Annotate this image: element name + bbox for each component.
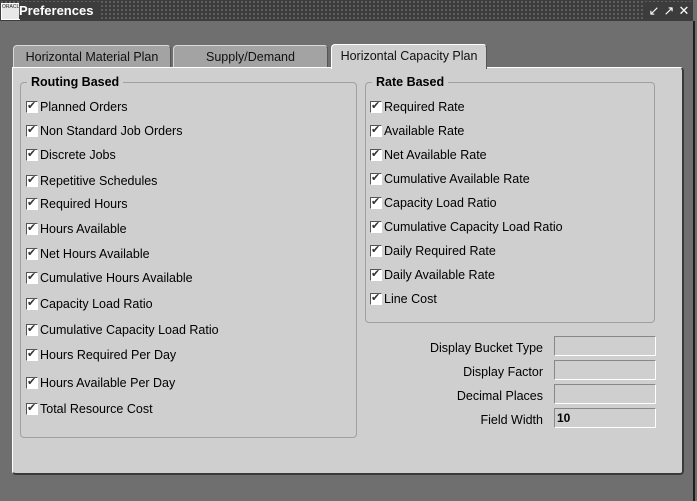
checkbox-checked-icon[interactable] [26,296,38,310]
title-bar[interactable]: ORACLE Preferences ↙ ↗ ✕ [0,0,693,21]
rate-checkbox-row-daily-available-rate[interactable]: Daily Available Rate [370,267,495,283]
decimal-places-label: Decimal Places [456,389,543,403]
routing-checkbox-row-hours-required-per-day[interactable]: Hours Required Per Day [26,347,176,363]
checkbox-checked-icon[interactable] [26,401,38,415]
display-bucket-type-label: Display Bucket Type [429,341,543,355]
rate-checkbox-row-daily-required-rate[interactable]: Daily Required Rate [370,243,496,259]
checkbox-label: Available Rate [384,124,465,138]
routing-checkbox-row-cumulative-capacity-load-ratio[interactable]: Cumulative Capacity Load Ratio [26,322,219,338]
checkbox-checked-icon[interactable] [370,123,382,137]
checkbox-checked-icon[interactable] [370,291,382,305]
routing-checkbox-row-net-hours-available[interactable]: Net Hours Available [26,246,150,262]
checkbox-checked-icon[interactable] [26,347,38,361]
rate-checkbox-row-line-cost[interactable]: Line Cost [370,291,437,307]
display-bucket-type-field[interactable] [554,336,656,356]
checkbox-label: Cumulative Capacity Load Ratio [384,220,563,234]
window-controls: ↙ ↗ ✕ [644,2,693,19]
checkbox-label: Daily Available Rate [384,268,495,282]
checkbox-label: Total Resource Cost [40,402,153,416]
checkbox-label: Planned Orders [40,100,128,114]
routing-checkbox-row-repetitive-schedules[interactable]: Repetitive Schedules [26,173,157,189]
field-width-field[interactable]: 10 [554,408,656,428]
checkbox-checked-icon[interactable] [370,219,382,233]
checkbox-label: Hours Available Per Day [40,376,176,390]
checkbox-label: Net Available Rate [384,148,487,162]
checkbox-label: Hours Available [40,222,127,236]
routing-checkbox-row-planned-orders[interactable]: Planned Orders [26,99,128,115]
window-border [693,21,695,501]
checkbox-checked-icon[interactable] [26,123,38,137]
routing-checkbox-row-required-hours[interactable]: Required Hours [26,196,128,212]
checkbox-label: Non Standard Job Orders [40,124,183,138]
checkbox-checked-icon[interactable] [370,147,382,161]
checkbox-checked-icon[interactable] [26,99,38,113]
display-factor-field[interactable] [554,360,656,380]
checkbox-label: Required Hours [40,197,128,211]
checkbox-checked-icon[interactable] [26,375,38,389]
maximize-icon[interactable]: ↗ [663,2,675,19]
routing-checkbox-row-non-standard-job-orders[interactable]: Non Standard Job Orders [26,123,182,139]
checkbox-label: Daily Required Rate [384,244,496,258]
decimal-places-field[interactable] [554,384,656,404]
field-width-label: Field Width [480,413,543,427]
checkbox-checked-icon[interactable] [26,173,38,187]
checkbox-checked-icon[interactable] [26,322,38,336]
rate-checkbox-row-net-available-rate[interactable]: Net Available Rate [370,147,487,163]
tab-supply-demand[interactable]: Supply/Demand [173,45,328,67]
rate-based-title: Rate Based [372,74,449,90]
checkbox-checked-icon[interactable] [370,267,382,281]
rate-checkbox-row-available-rate[interactable]: Available Rate [370,123,464,139]
minimize-icon[interactable]: ↙ [648,2,660,19]
checkbox-checked-icon[interactable] [26,221,38,235]
rate-checkbox-row-cumulative-capacity-load-ratio[interactable]: Cumulative Capacity Load Ratio [370,219,563,235]
checkbox-checked-icon[interactable] [370,195,382,209]
window-title: Preferences [19,2,100,19]
routing-checkbox-row-discrete-jobs[interactable]: Discrete Jobs [26,147,116,163]
tab-panel: Routing Based Rate Based Display Bucket … [12,67,684,475]
checkbox-label: Cumulative Hours Available [40,271,193,285]
checkbox-label: Discrete Jobs [40,148,116,162]
checkbox-checked-icon[interactable] [26,246,38,260]
checkbox-label: Hours Required Per Day [40,348,177,362]
close-icon[interactable]: ✕ [678,2,690,19]
checkbox-checked-icon[interactable] [370,171,382,185]
routing-checkbox-row-hours-available[interactable]: Hours Available [26,221,127,237]
checkbox-checked-icon[interactable] [370,243,382,257]
checkbox-checked-icon[interactable] [26,270,38,284]
checkbox-checked-icon[interactable] [26,196,38,210]
rate-checkbox-row-capacity-load-ratio[interactable]: Capacity Load Ratio [370,195,497,211]
checkbox-label: Repetitive Schedules [40,174,158,188]
oracle-app-icon: ORACLE [1,3,20,20]
checkbox-label: Capacity Load Ratio [40,297,153,311]
checkbox-checked-icon[interactable] [26,147,38,161]
checkbox-label: Line Cost [384,292,437,306]
rate-checkbox-row-cumulative-available-rate[interactable]: Cumulative Available Rate [370,171,530,187]
routing-checkbox-row-total-resource-cost[interactable]: Total Resource Cost [26,401,153,417]
routing-checkbox-row-hours-available-per-day[interactable]: Hours Available Per Day [26,375,175,391]
checkbox-label: Required Rate [384,100,465,114]
checkbox-label: Cumulative Capacity Load Ratio [40,323,219,337]
display-factor-label: Display Factor [463,365,543,379]
rate-checkbox-row-required-rate[interactable]: Required Rate [370,99,465,115]
routing-checkbox-row-capacity-load-ratio[interactable]: Capacity Load Ratio [26,296,153,312]
checkbox-label: Cumulative Available Rate [384,172,530,186]
tab-horizontal-material-plan[interactable]: Horizontal Material Plan [13,45,171,67]
tab-horizontal-capacity-plan[interactable]: Horizontal Capacity Plan [331,44,487,69]
checkbox-checked-icon[interactable] [370,99,382,113]
routing-checkbox-row-cumulative-hours-available[interactable]: Cumulative Hours Available [26,270,193,286]
routing-based-title: Routing Based [27,74,124,90]
checkbox-label: Capacity Load Ratio [384,196,497,210]
checkbox-label: Net Hours Available [40,247,150,261]
